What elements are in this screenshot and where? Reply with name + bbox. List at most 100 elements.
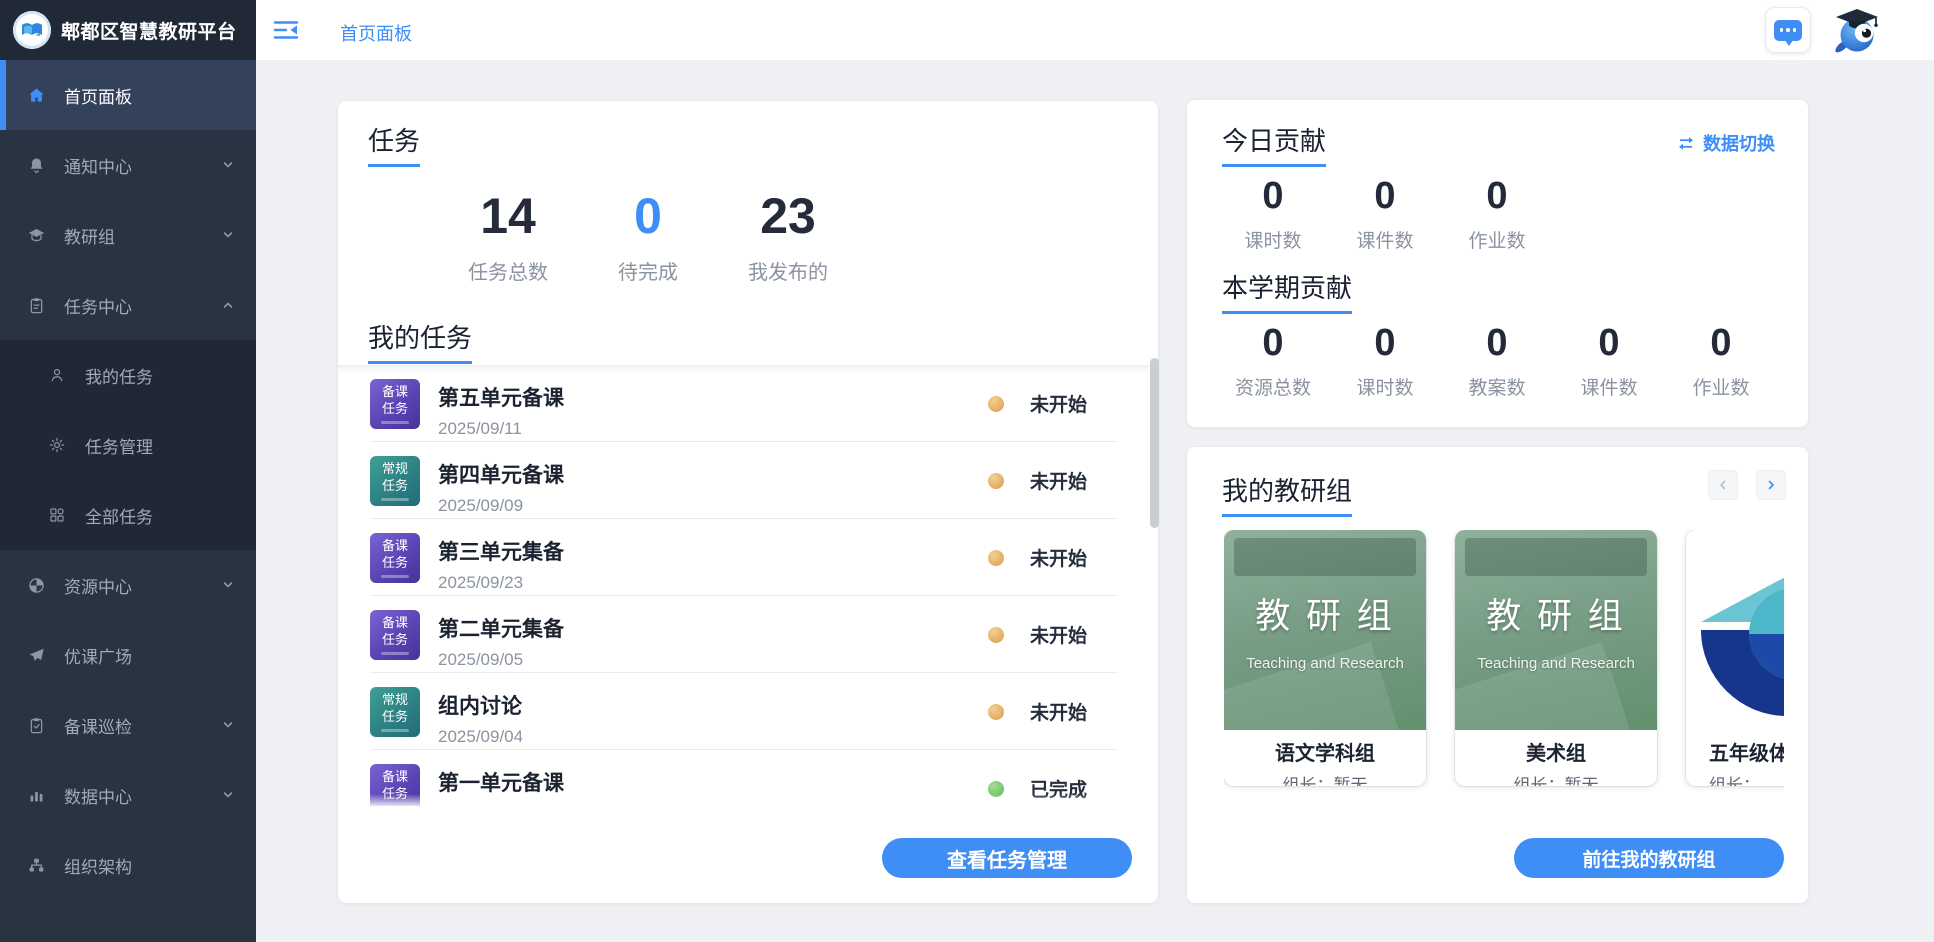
group-name: 五年级体: [1709, 737, 1784, 766]
task-type-badge: 备课任务: [370, 533, 420, 583]
task-row[interactable]: 备课任务 第一单元备课 已完成: [338, 750, 1158, 806]
sidebar-item-lesson-prep-inspection[interactable]: 备课巡检: [0, 690, 256, 760]
group-leader: 组长：暂无: [1224, 771, 1426, 786]
menu-fold-icon[interactable]: [273, 18, 299, 42]
stat-class-hours: 0课时数: [1329, 323, 1441, 400]
task-status: 未开始: [988, 596, 1087, 673]
messages-button[interactable]: [1765, 7, 1811, 53]
stat-courseware: 0课件数: [1329, 176, 1441, 253]
chevron-down-icon: [222, 159, 234, 171]
group-card[interactable]: 五年级体 组长：: [1686, 530, 1784, 786]
status-dot-icon: [988, 781, 1004, 797]
sidebar-item-label: 通知中心: [64, 153, 132, 178]
sidebar-item-org-structure[interactable]: 组织架构: [0, 830, 256, 900]
bar-chart-icon: [26, 785, 46, 805]
stat-label: 待完成: [578, 256, 718, 285]
status-label: 未开始: [1030, 467, 1087, 494]
chat-bubble-icon: [1774, 20, 1802, 41]
sidebar-item-task-management[interactable]: 任务管理: [0, 410, 256, 480]
org-chart-icon: [26, 855, 46, 875]
data-switch-link[interactable]: 数据切换: [1677, 130, 1775, 156]
stat-homework: 0作业数: [1441, 176, 1553, 253]
sidebar-item-resource-center[interactable]: 资源中心: [0, 550, 256, 620]
breadcrumb[interactable]: 首页面板: [340, 20, 412, 46]
sidebar-item-my-tasks[interactable]: 我的任务: [0, 340, 256, 410]
task-type-badge: 备课任务: [370, 610, 420, 660]
my-groups-card: 我的教研组 教 研 组 Teaching and Research 语文学科组 …: [1187, 447, 1808, 903]
sidebar-item-teaching-research-group[interactable]: 教研组: [0, 200, 256, 270]
task-type-badge: 常规任务: [370, 687, 420, 737]
bell-icon: [26, 155, 46, 175]
sidebar-item-label: 优课广场: [64, 643, 132, 668]
sidebar-menu: 首页面板 通知中心 教研组 任务中心 我的任务: [0, 60, 256, 900]
stat-total-tasks: 14 任务总数: [438, 189, 578, 285]
task-title: 第一单元备课: [438, 767, 564, 797]
group-card[interactable]: 教 研 组 Teaching and Research 美术组 组长：暂无: [1455, 530, 1657, 786]
sidebar-item-label: 数据中心: [64, 783, 132, 808]
task-status: 已完成: [988, 750, 1087, 806]
task-title: 组内讨论: [438, 690, 523, 720]
sidebar-item-label: 首页面板: [64, 83, 132, 108]
task-date: 2025/09/23: [438, 573, 564, 593]
stat-courseware: 0课件数: [1553, 323, 1665, 400]
stat-class-hours: 0课时数: [1217, 176, 1329, 253]
view-task-management-button[interactable]: 查看任务管理: [882, 838, 1132, 878]
my-groups-title: 我的教研组: [1222, 471, 1352, 517]
stat-total-resources: 0资源总数: [1217, 323, 1329, 400]
group-leader: 组长：: [1709, 771, 1784, 786]
sidebar-item-label: 教研组: [64, 223, 115, 248]
task-row[interactable]: 备课任务 第三单元集备 2025/09/23 未开始: [338, 519, 1158, 596]
semester-stats: 0资源总数 0课时数 0教案数 0课件数 0作业数: [1217, 323, 1777, 400]
group-cover-image: [1686, 530, 1784, 730]
task-row[interactable]: 常规任务 第四单元备课2025/09/09 未开始: [338, 442, 1158, 519]
sidebar: 郫都区智慧教研平台 首页面板 通知中心 教研组 任务中心: [0, 0, 256, 942]
task-title: 第二单元集备: [438, 613, 564, 643]
platform-logo-icon: [13, 11, 51, 49]
go-to-my-groups-button[interactable]: 前往我的教研组: [1514, 838, 1784, 878]
sidebar-logo-bar: 郫都区智慧教研平台: [0, 0, 256, 60]
status-dot-icon: [988, 704, 1004, 720]
stat-value: 0: [578, 189, 718, 244]
user-avatar[interactable]: [1830, 4, 1882, 57]
app-title: 郫都区智慧教研平台: [61, 17, 237, 44]
task-status: 未开始: [988, 365, 1087, 442]
task-status: 未开始: [988, 519, 1087, 596]
task-status: 未开始: [988, 442, 1087, 519]
task-row[interactable]: 备课任务 第五单元备课2025/09/11 未开始: [338, 365, 1158, 442]
graduation-cap-icon: [26, 225, 46, 245]
paper-plane-icon: [26, 645, 46, 665]
task-row[interactable]: 常规任务 组内讨论2025/09/04 未开始: [338, 673, 1158, 750]
grid-icon: [47, 505, 67, 525]
sidebar-item-label: 任务中心: [64, 293, 132, 318]
sidebar-item-home-panel[interactable]: 首页面板: [0, 60, 256, 130]
group-card[interactable]: 教 研 组 Teaching and Research 语文学科组 组长：暂无: [1224, 530, 1426, 786]
sidebar-item-label: 组织架构: [64, 853, 132, 878]
task-stats: 14 任务总数 0 待完成 23 我发布的: [438, 189, 858, 285]
task-list-scrollbar[interactable]: [1150, 358, 1159, 528]
stat-value: 23: [718, 189, 858, 244]
status-label: 未开始: [1030, 390, 1087, 417]
stat-label: 我发布的: [718, 256, 858, 285]
sidebar-item-task-center[interactable]: 任务中心: [0, 270, 256, 340]
chevron-down-icon: [222, 229, 234, 241]
semester-contribution-title: 本学期贡献: [1222, 268, 1352, 314]
carousel-prev-button[interactable]: [1708, 470, 1738, 500]
groups-carousel: 教 研 组 Teaching and Research 语文学科组 组长：暂无 …: [1224, 530, 1784, 792]
topbar: 首页面板: [256, 0, 1934, 60]
sidebar-item-quality-course-plaza[interactable]: 优课广场: [0, 620, 256, 690]
groups-carousel-nav: [1708, 470, 1786, 500]
chevron-down-icon: [222, 579, 234, 591]
status-label: 未开始: [1030, 698, 1087, 725]
task-row[interactable]: 备课任务 第二单元集备2025/09/05 未开始: [338, 596, 1158, 673]
sidebar-item-data-center[interactable]: 数据中心: [0, 760, 256, 830]
clipboard-check-icon: [26, 715, 46, 735]
status-label: 未开始: [1030, 621, 1087, 648]
task-title: 第三单元集备: [438, 536, 564, 566]
sidebar-item-all-tasks[interactable]: 全部任务: [0, 480, 256, 550]
task-type-badge: 备课任务: [370, 764, 420, 806]
task-date: 2025/09/11: [438, 419, 564, 439]
user-icon: [47, 365, 67, 385]
carousel-next-button[interactable]: [1756, 470, 1786, 500]
tasks-card-title: 任务: [368, 121, 420, 167]
sidebar-item-notification-center[interactable]: 通知中心: [0, 130, 256, 200]
